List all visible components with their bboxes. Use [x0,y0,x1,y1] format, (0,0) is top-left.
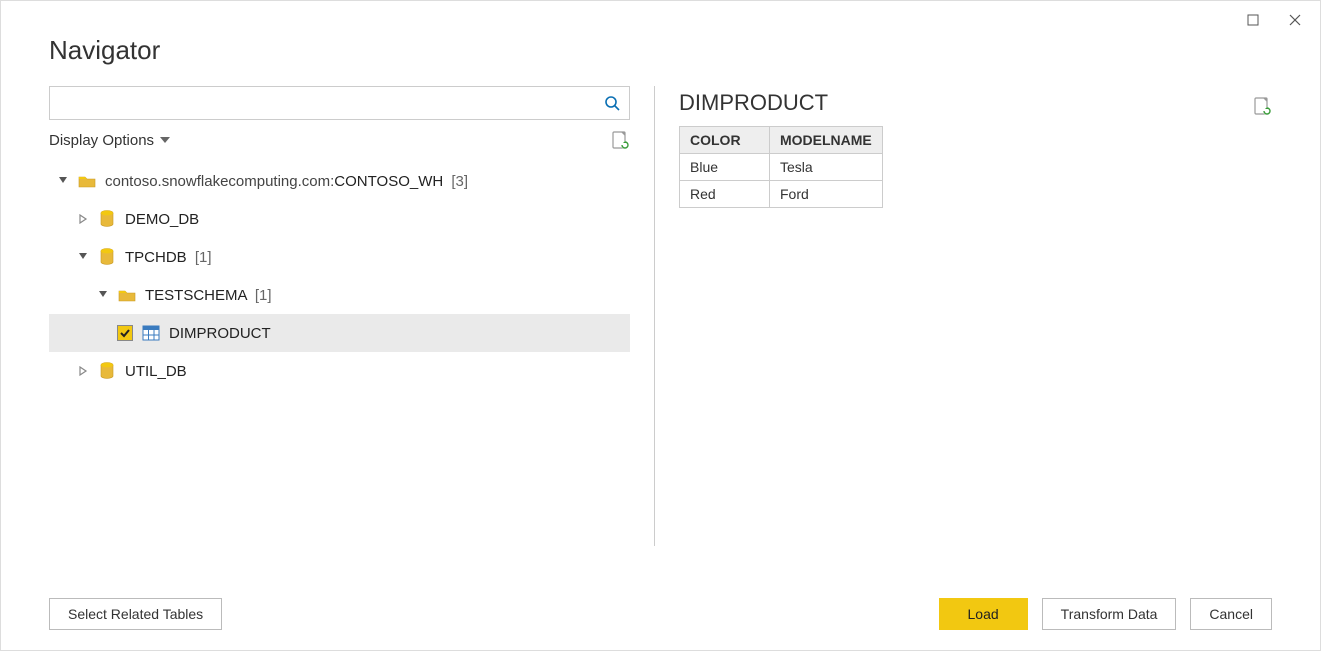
cancel-button[interactable]: Cancel [1190,598,1272,630]
table-cell: Blue [680,154,770,181]
page-title: Navigator [49,35,1272,66]
preview-table: COLOR MODELNAME Blue Tesla Red Ford [679,126,883,208]
search-box[interactable] [49,86,630,120]
options-row: Display Options [49,120,630,158]
tree-item-label: DEMO_DB [125,211,199,228]
navigator-tree: contoso.snowflakecomputing.com:CONTOSO_W… [49,158,630,390]
collapse-icon[interactable] [55,173,71,189]
column-header[interactable]: COLOR [680,127,770,154]
database-icon [97,361,117,381]
tree-item-demo-db[interactable]: DEMO_DB [49,200,630,238]
search-icon[interactable] [595,95,629,111]
search-input[interactable] [50,89,595,117]
collapse-icon[interactable] [75,249,91,265]
database-icon [97,247,117,267]
preview-pane: DIMPRODUCT COLOR MODELNAME [655,86,1272,546]
preview-title: DIMPRODUCT [679,90,828,116]
tree-item-label: TESTSCHEMA [1] [145,287,272,304]
close-icon[interactable] [1288,13,1302,27]
refresh-list-icon[interactable] [612,130,630,150]
tree-root[interactable]: contoso.snowflakecomputing.com:CONTOSO_W… [49,162,630,200]
tree-item-tpchdb[interactable]: TPCHDB [1] [49,238,630,276]
table-row: Blue Tesla [680,154,883,181]
database-icon [97,209,117,229]
table-cell: Red [680,181,770,208]
display-options-label: Display Options [49,132,154,149]
refresh-preview-icon[interactable] [1254,96,1272,116]
folder-icon [77,171,97,191]
display-options-dropdown[interactable]: Display Options [49,132,170,149]
tree-item-dimproduct[interactable]: DIMPRODUCT [49,314,630,352]
tree-item-testschema[interactable]: TESTSCHEMA [1] [49,276,630,314]
load-button[interactable]: Load [939,598,1028,630]
maximize-icon[interactable] [1246,13,1260,27]
left-pane: Display Options [49,86,654,546]
expand-icon[interactable] [75,363,91,379]
dialog-header: Navigator [1,1,1320,76]
tree-item-label: UTIL_DB [125,363,187,380]
tree-item-label: DIMPRODUCT [169,325,271,342]
collapse-icon[interactable] [95,287,111,303]
folder-icon [117,285,137,305]
select-related-tables-button[interactable]: Select Related Tables [49,598,222,630]
navigator-dialog: Navigator Display Options [0,0,1321,651]
table-cell: Tesla [770,154,883,181]
tree-root-label: contoso.snowflakecomputing.com:CONTOSO_W… [105,173,468,190]
table-row: Red Ford [680,181,883,208]
window-controls [1228,1,1320,39]
table-cell: Ford [770,181,883,208]
tree-item-label: TPCHDB [1] [125,249,212,266]
column-header[interactable]: MODELNAME [770,127,883,154]
checkbox-checked-icon[interactable] [117,325,133,341]
tree-item-util-db[interactable]: UTIL_DB [49,352,630,390]
dialog-footer: Select Related Tables Load Transform Dat… [1,582,1320,650]
expand-icon[interactable] [75,211,91,227]
table-icon [141,323,161,343]
transform-data-button[interactable]: Transform Data [1042,598,1177,630]
chevron-down-icon [160,135,170,145]
